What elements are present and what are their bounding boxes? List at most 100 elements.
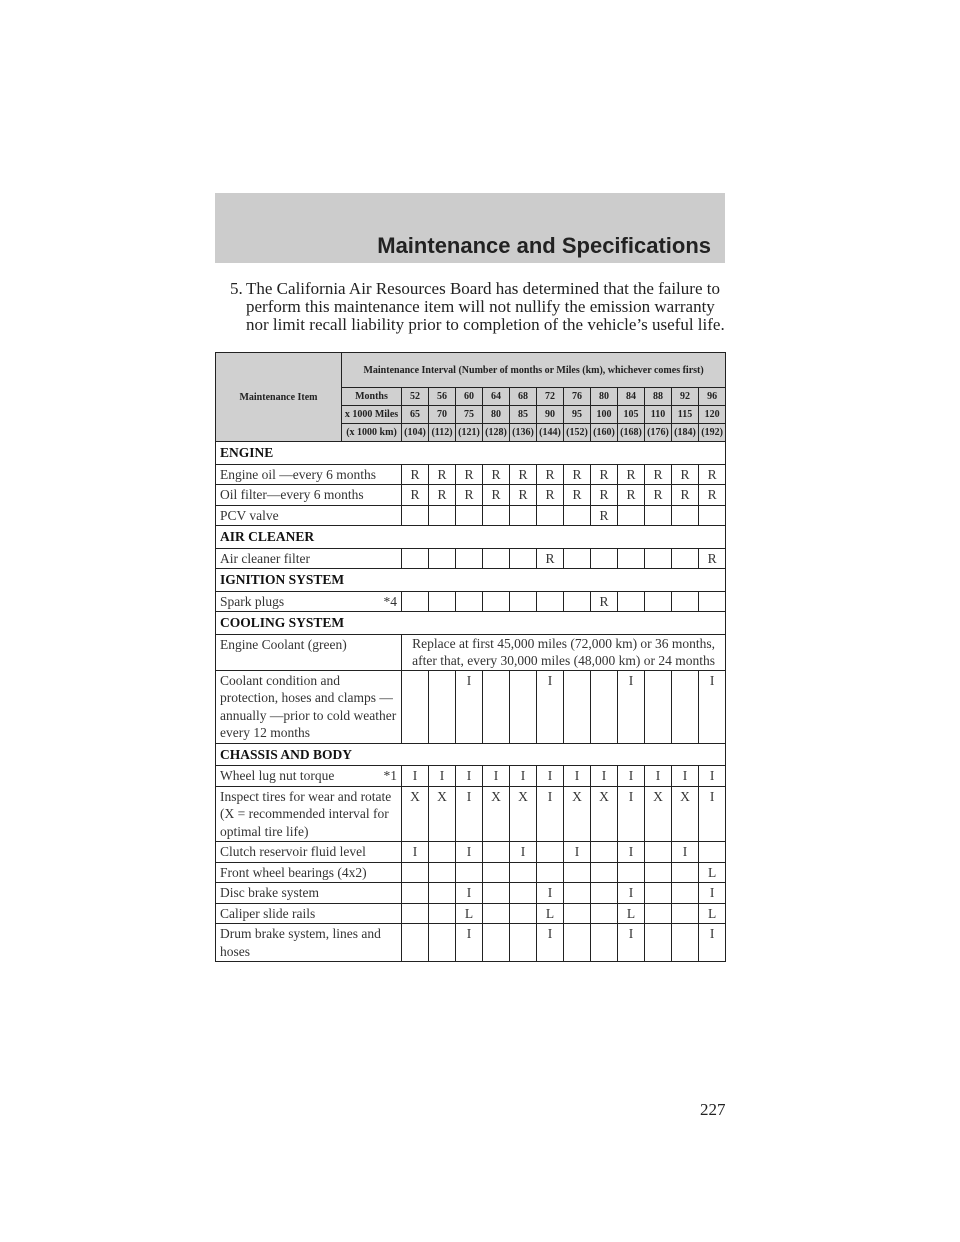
interval-mark: I [697, 669, 727, 744]
item-label: PCV valve [220, 507, 279, 523]
item-cell: *4 Spark plugs [215, 590, 402, 612]
interval-mark [509, 882, 537, 904]
section-heading: IGNITION SYSTEM [214, 568, 727, 592]
interval-mark: I [617, 923, 645, 962]
interval-mark: I [563, 765, 591, 787]
interval-mark: R [401, 463, 429, 485]
months-row-value: 88 [644, 387, 672, 406]
table-row: Disc brake system I I I I [215, 882, 727, 904]
interval-mark: L [617, 902, 645, 924]
interval-mark [671, 882, 699, 904]
item-label: Front wheel bearings (4x2) [220, 864, 367, 880]
section-row: CHASSIS AND BODY [214, 742, 727, 766]
months-row-value: 68 [509, 387, 537, 406]
item-cell: Engine oil —every 6 months [215, 463, 402, 485]
interval-mark [509, 861, 537, 883]
interval-mark: R [509, 463, 537, 485]
item-label: Clutch reservoir fluid level [220, 844, 366, 859]
km-row-value: (184) [671, 423, 699, 442]
km-row-value: (112) [428, 423, 456, 442]
interval-mark [509, 504, 537, 526]
miles-row-value: 80 [482, 405, 510, 424]
item-cell: Coolant condition and protection, hoses … [215, 669, 402, 744]
section-row: IGNITION SYSTEM [214, 568, 727, 592]
interval-mark: I [536, 785, 564, 842]
interval-mark: I [617, 841, 645, 863]
interval-mark [509, 669, 537, 744]
interval-mark [644, 923, 672, 962]
interval-mark [563, 590, 591, 612]
interval-mark [428, 547, 456, 569]
interval-mark: R [671, 463, 699, 485]
item-cell: PCV valve [215, 504, 402, 526]
interval-mark: X [644, 785, 672, 842]
km-row-value: (136) [509, 423, 537, 442]
interval-mark: I [697, 923, 727, 962]
miles-row-value: 90 [536, 405, 564, 424]
interval-mark [644, 841, 672, 863]
interval-mark: R [617, 463, 645, 485]
interval-mark [590, 861, 618, 883]
chapter-title: Maintenance and Specifications [377, 233, 711, 258]
interval-mark: R [590, 484, 618, 506]
interval-mark [509, 902, 537, 924]
interval-mark: I [509, 841, 537, 863]
interval-mark: R [482, 463, 510, 485]
interval-mark [428, 590, 456, 612]
interval-mark [671, 902, 699, 924]
table-row: Caliper slide rails L L L L [215, 902, 727, 924]
km-row-value: (104) [401, 423, 429, 442]
months-row-value: 92 [671, 387, 699, 406]
interval-mark: X [428, 785, 456, 842]
interval-mark: I [590, 765, 618, 787]
interval-mark [401, 547, 429, 569]
interval-mark [644, 547, 672, 569]
interval-mark [590, 669, 618, 744]
interval-mark [644, 861, 672, 883]
interval-mark [482, 841, 510, 863]
miles-row-value: 95 [563, 405, 591, 424]
interval-mark: I [536, 923, 564, 962]
interval-mark: R [644, 463, 672, 485]
interval-mark [563, 861, 591, 883]
miles-row-value: 75 [455, 405, 483, 424]
item-label: Spark plugs [220, 593, 285, 609]
interval-mark [401, 902, 429, 924]
table-row: Drum brake system, lines and hoses I I I I [215, 923, 727, 962]
interval-mark: I [455, 923, 483, 962]
table-row: Engine oil —every 6 months R R R R R R R R R R R R [215, 463, 727, 485]
interval-mark: R [455, 484, 483, 506]
interval-mark [671, 923, 699, 962]
interval-mark [536, 590, 564, 612]
item-label: Engine oil —every 6 months [220, 466, 376, 482]
item-label: Air cleaner filter [220, 550, 310, 566]
interval-mark [563, 504, 591, 526]
interval-mark: X [671, 785, 699, 842]
interval-mark [401, 923, 429, 962]
interval-mark: I [671, 765, 699, 787]
maintenance-item-header: Maintenance Item [215, 352, 342, 442]
table-row: Air cleaner filter R R [215, 547, 727, 569]
footnote-number: 5. [230, 279, 243, 298]
interval-mark: I [509, 765, 537, 787]
interval-mark [697, 504, 727, 526]
section-heading: CHASSIS AND BODY [214, 742, 727, 766]
months-row-value: 56 [428, 387, 456, 406]
interval-mark: I [617, 785, 645, 842]
miles-row-value: 120 [697, 405, 727, 424]
interval-mark [563, 923, 591, 962]
interval-mark: L [455, 902, 483, 924]
interval-mark: I [401, 765, 429, 787]
interval-mark [590, 902, 618, 924]
interval-mark: X [563, 785, 591, 842]
interval-mark: L [536, 902, 564, 924]
interval-mark: I [536, 669, 564, 744]
interval-mark [482, 547, 510, 569]
interval-mark: R [428, 484, 456, 506]
interval-mark: I [455, 669, 483, 744]
km-row-value: (160) [590, 423, 618, 442]
interval-mark [697, 590, 727, 612]
interval-mark [455, 504, 483, 526]
item-cell: Front wheel bearings (4x2) [215, 861, 402, 883]
interval-mark: R [697, 463, 727, 485]
